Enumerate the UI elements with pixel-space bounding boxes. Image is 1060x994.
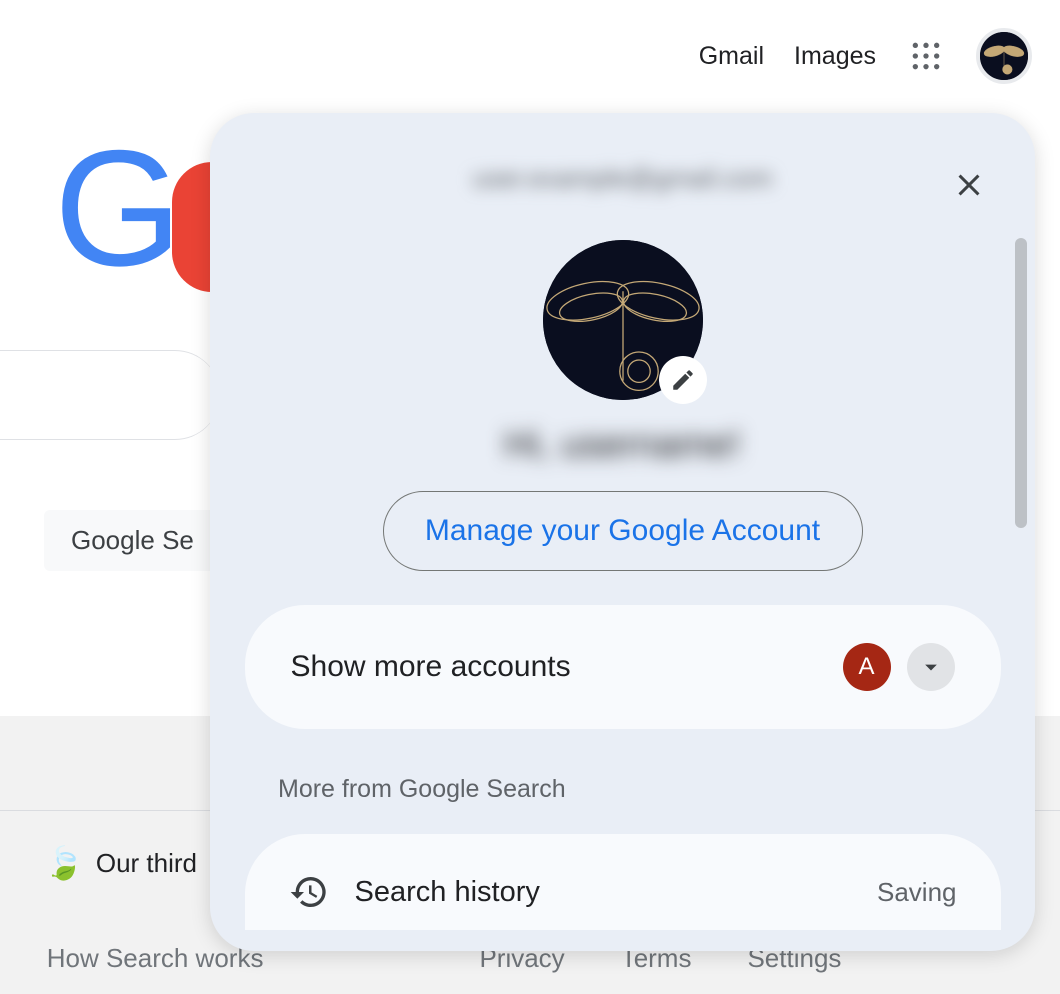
avatar[interactable]: [976, 28, 1032, 84]
carbon-neutral-link[interactable]: 🍃 Our third: [44, 844, 197, 882]
leaf-icon: 🍃: [44, 844, 84, 882]
account-greeting: Hi, username!: [210, 424, 1035, 467]
show-more-accounts-button[interactable]: Show more accounts A: [245, 605, 1001, 729]
google-logo: G: [54, 126, 212, 291]
search-history-status: Saving: [877, 877, 957, 908]
google-search-button[interactable]: Google Se: [44, 510, 221, 571]
edit-avatar-button[interactable]: [659, 356, 707, 404]
account-email: user.example@gmail.com: [210, 163, 1035, 194]
expand-accounts-button[interactable]: [907, 643, 955, 691]
apps-icon[interactable]: [906, 36, 946, 76]
search-input[interactable]: [0, 350, 220, 440]
search-history-row[interactable]: Search history Saving: [245, 834, 1001, 930]
pencil-icon: [670, 367, 696, 393]
show-more-accounts-label: Show more accounts: [291, 650, 571, 684]
more-from-search-title: More from Google Search: [278, 775, 1035, 804]
account-panel: user.example@gmail.com Hi, us: [210, 113, 1035, 951]
images-link[interactable]: Images: [794, 42, 876, 71]
chevron-down-icon: [917, 653, 945, 681]
manage-account-button[interactable]: Manage your Google Account: [383, 491, 863, 571]
history-icon: [289, 872, 329, 912]
how-search-works-link[interactable]: How Search works: [47, 943, 264, 974]
secondary-account-avatar: A: [843, 643, 891, 691]
gmail-link[interactable]: Gmail: [699, 42, 764, 71]
search-history-label: Search history: [355, 876, 540, 909]
scrollbar[interactable]: [1015, 238, 1027, 528]
